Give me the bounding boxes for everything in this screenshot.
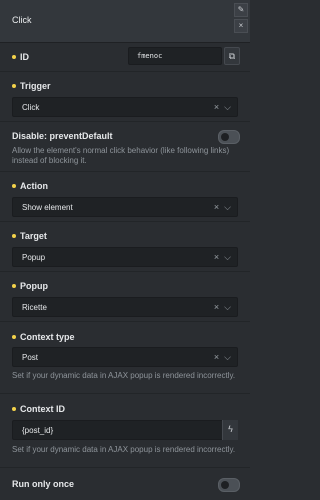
context-type-row: Context type Post × ⌵ Set if your dynami… (0, 322, 250, 394)
action-label: Action (20, 181, 48, 191)
popup-select[interactable]: Ricette × ⌵ (12, 297, 238, 317)
bolt-icon: ϟ (228, 424, 233, 434)
required-dot (12, 55, 16, 59)
chevron-down-icon[interactable]: ⌵ (224, 352, 231, 363)
clear-icon[interactable]: × (214, 352, 219, 363)
run-once-row: Run only once (0, 468, 250, 500)
copy-icon: ⧉ (228, 51, 236, 61)
panel-title: Click (12, 15, 32, 25)
context-id-value: {post_id} (22, 426, 54, 435)
action-row: Action Show element × ⌵ (0, 172, 250, 222)
required-dot (12, 184, 16, 188)
target-label: Target (20, 231, 47, 241)
trigger-label: Trigger (20, 81, 51, 91)
context-type-help: Set if your dynamic data in AJAX popup i… (12, 371, 236, 380)
context-type-value: Post (22, 353, 39, 362)
prevent-default-row: Disable: preventDefault Allow the elemen… (0, 122, 250, 172)
id-field[interactable]: fmenoc (128, 47, 222, 65)
target-select[interactable]: Popup × ⌵ (12, 247, 238, 267)
required-dot (12, 335, 16, 339)
clear-icon[interactable]: × (214, 302, 219, 313)
clear-icon[interactable]: × (214, 252, 219, 263)
popup-label: Popup (20, 281, 48, 291)
required-dot (12, 234, 16, 238)
prevent-default-label: Disable: preventDefault (12, 131, 113, 141)
popup-row: Popup Ricette × ⌵ (0, 272, 250, 322)
action-value: Show element (22, 203, 73, 212)
interaction-panel: Click ✎ × ID fmenoc ⧉ Trigger Click × ⌵ (0, 0, 250, 500)
chevron-down-icon[interactable]: ⌵ (224, 102, 231, 113)
required-dot (12, 284, 16, 288)
required-dot (12, 407, 16, 411)
trigger-select[interactable]: Click × ⌵ (12, 97, 238, 117)
target-value: Popup (22, 253, 46, 262)
context-type-select[interactable]: Post × ⌵ (12, 347, 238, 367)
prevent-default-help: Allow the element's normal click behavio… (12, 146, 230, 165)
dynamic-data-button[interactable]: ϟ (222, 420, 238, 440)
toggle-knob (221, 481, 229, 489)
chevron-down-icon[interactable]: ⌵ (224, 302, 231, 313)
run-once-toggle[interactable] (218, 478, 240, 492)
id-value: fmenoc (137, 52, 163, 60)
chevron-down-icon[interactable]: ⌵ (224, 252, 231, 263)
target-row: Target Popup × ⌵ (0, 222, 250, 272)
copy-id-button[interactable]: ⧉ (224, 47, 240, 65)
context-type-label: Context type (20, 332, 75, 342)
clear-icon[interactable]: × (214, 102, 219, 113)
popup-value: Ricette (22, 303, 47, 312)
id-label: ID (20, 52, 29, 62)
context-id-help: Set if your dynamic data in AJAX popup i… (12, 445, 236, 454)
run-once-label: Run only once (12, 479, 75, 489)
toggle-knob (221, 133, 229, 141)
panel-header: Click ✎ × (0, 0, 250, 43)
trigger-value: Click (22, 103, 40, 112)
context-id-label: Context ID (20, 404, 65, 414)
close-icon[interactable]: × (234, 19, 248, 33)
edit-icon[interactable]: ✎ (234, 3, 248, 17)
context-id-input[interactable]: {post_id} (12, 420, 238, 440)
trigger-row: Trigger Click × ⌵ (0, 72, 250, 122)
chevron-down-icon[interactable]: ⌵ (224, 202, 231, 213)
clear-icon[interactable]: × (214, 202, 219, 213)
required-dot (12, 84, 16, 88)
prevent-default-toggle[interactable] (218, 130, 240, 144)
action-select[interactable]: Show element × ⌵ (12, 197, 238, 217)
context-id-row: Context ID {post_id} ϟ Set if your dynam… (0, 394, 250, 468)
